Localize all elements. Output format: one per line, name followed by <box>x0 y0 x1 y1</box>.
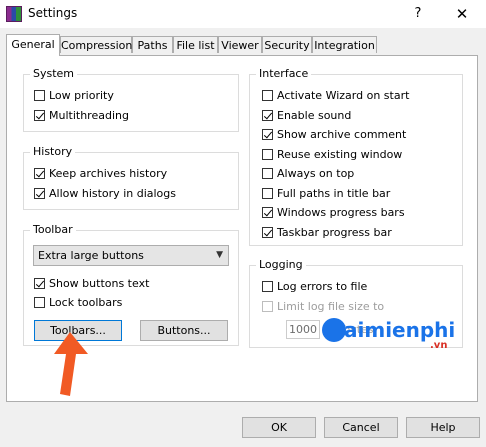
option-label: Multithreading <box>49 108 129 122</box>
show-archive-comment-option[interactable]: Show archive comment <box>262 126 406 142</box>
option-label: Allow history in dialogs <box>49 186 176 200</box>
checkbox[interactable] <box>262 187 273 199</box>
watermark-brand: aimienphi <box>344 318 456 342</box>
history-group: History Keep archives history Allow hist… <box>23 145 239 210</box>
toolbar-group-title: Toolbar <box>30 223 76 236</box>
settings-window: Settings ? ✕ General Compression Paths F… <box>0 0 486 447</box>
checkbox[interactable] <box>34 296 45 308</box>
option-label: Lock toolbars <box>49 295 123 309</box>
option-label: Show buttons text <box>49 276 150 290</box>
checkbox[interactable] <box>262 300 273 312</box>
option-label: Always on top <box>277 166 355 180</box>
full-paths-in-title-bar-option[interactable]: Full paths in title bar <box>262 185 390 201</box>
tab-file-list[interactable]: File list <box>173 36 218 53</box>
watermark-suffix: .vn <box>430 340 448 351</box>
checkbox[interactable] <box>34 109 45 121</box>
checkbox[interactable] <box>262 109 273 121</box>
system-group-title: System <box>30 67 78 80</box>
multithreading-option[interactable]: Multithreading <box>34 107 129 123</box>
cancel-button[interactable]: Cancel <box>324 417 398 438</box>
option-label: Activate Wizard on start <box>277 88 410 102</box>
close-icon[interactable]: ✕ <box>442 0 482 28</box>
always-on-top-option[interactable]: Always on top <box>262 165 354 181</box>
enable-sound-option[interactable]: Enable sound <box>262 107 351 123</box>
option-label: Reuse existing window <box>277 147 403 161</box>
option-label: Windows progress bars <box>277 205 405 219</box>
help-button[interactable]: Help <box>406 417 480 438</box>
low-priority-option[interactable]: Low priority <box>34 87 114 103</box>
taimienphi-watermark: aimienphi .vn <box>322 312 472 352</box>
annotation-arrow-icon <box>54 332 88 396</box>
checkbox[interactable] <box>262 128 273 140</box>
option-label: Low priority <box>49 88 114 102</box>
tab-compression[interactable]: Compression <box>60 36 132 53</box>
tab-viewer[interactable]: Viewer <box>218 36 262 53</box>
option-label: Full paths in title bar <box>277 186 391 200</box>
option-label: Keep archives history <box>49 166 168 180</box>
taskbar-progress-bar-option[interactable]: Taskbar progress bar <box>262 224 392 240</box>
checkbox[interactable] <box>262 167 273 179</box>
checkbox[interactable] <box>34 89 45 101</box>
option-label: Enable sound <box>277 108 352 122</box>
buttons-button[interactable]: Buttons... <box>140 320 228 341</box>
window-title: Settings <box>28 6 78 20</box>
option-label: Taskbar progress bar <box>277 225 392 239</box>
checkbox[interactable] <box>262 206 273 218</box>
activate-wizard-option[interactable]: Activate Wizard on start <box>262 87 409 103</box>
windows-progress-bars-option[interactable]: Windows progress bars <box>262 204 405 220</box>
checkbox[interactable] <box>262 226 273 238</box>
interface-group-title: Interface <box>256 67 312 80</box>
ok-button[interactable]: OK <box>242 417 316 438</box>
checkbox[interactable] <box>262 89 273 101</box>
lock-toolbars-option[interactable]: Lock toolbars <box>34 294 122 310</box>
option-label: Limit log file size to <box>277 299 385 313</box>
tab-security[interactable]: Security <box>262 36 312 53</box>
option-label: Show archive comment <box>277 127 407 141</box>
toolbar-size-select[interactable]: Extra large buttons ▼ <box>33 245 229 266</box>
checkbox[interactable] <box>262 280 273 292</box>
tab-paths[interactable]: Paths <box>132 36 173 53</box>
reuse-existing-window-option[interactable]: Reuse existing window <box>262 146 402 162</box>
winrar-app-icon <box>6 6 22 22</box>
option-label: Log errors to file <box>277 279 368 293</box>
checkbox[interactable] <box>262 148 273 160</box>
checkbox[interactable] <box>34 187 45 199</box>
chevron-down-icon: ▼ <box>216 250 223 260</box>
watermark-logo-icon <box>322 318 346 342</box>
history-group-title: History <box>30 145 76 158</box>
allow-history-in-dialogs-option[interactable]: Allow history in dialogs <box>34 185 176 201</box>
tab-integration[interactable]: Integration <box>312 36 377 53</box>
checkbox[interactable] <box>34 277 45 289</box>
system-group: System Low priority Multithreading <box>23 67 239 132</box>
show-buttons-text-option[interactable]: Show buttons text <box>34 275 149 291</box>
title-bar: Settings ? ✕ <box>0 0 486 28</box>
tab-general[interactable]: General <box>6 34 60 56</box>
interface-group: Interface Activate Wizard on start Enabl… <box>249 67 463 246</box>
log-size-input[interactable]: 1000 <box>286 320 320 339</box>
log-errors-option[interactable]: Log errors to file <box>262 278 367 294</box>
help-title-button[interactable]: ? <box>398 0 438 28</box>
toolbar-group: Toolbar Extra large buttons ▼ Show butto… <box>23 223 239 346</box>
keep-archives-history-option[interactable]: Keep archives history <box>34 165 167 181</box>
toolbar-size-value: Extra large buttons <box>38 249 144 262</box>
logging-group-title: Logging <box>256 258 306 271</box>
checkbox[interactable] <box>34 167 45 179</box>
